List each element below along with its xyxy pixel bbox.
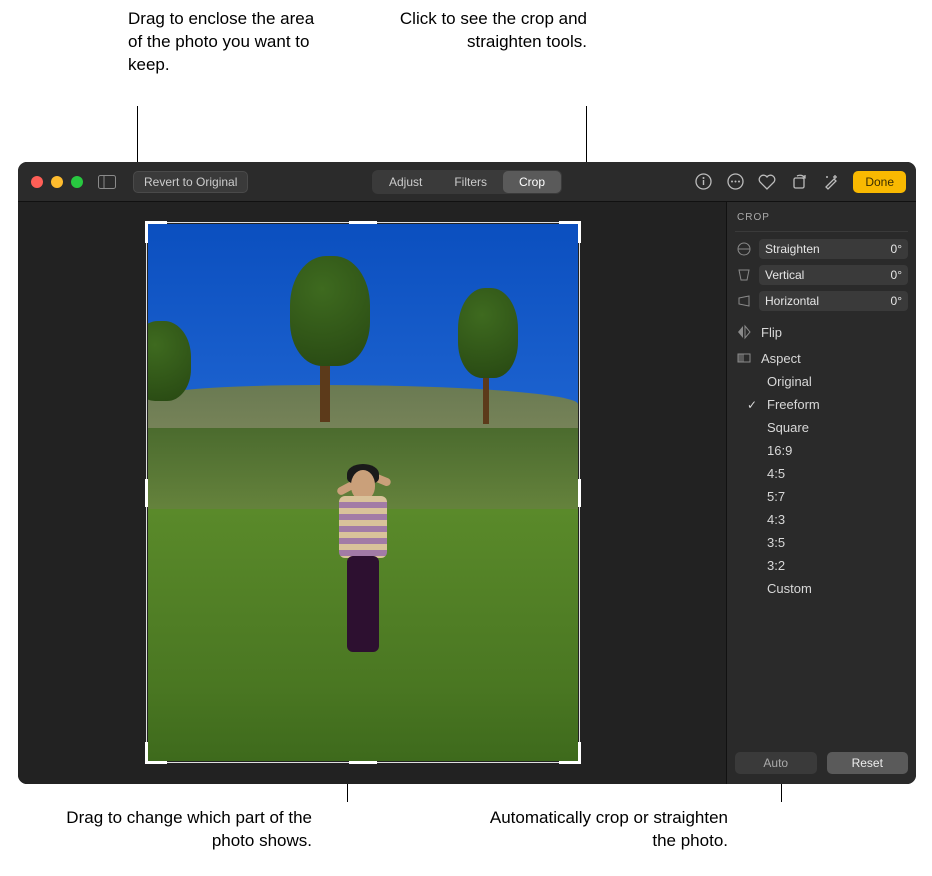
sidebar-toggle-icon[interactable] [95,172,119,192]
aspect-item-label: Square [767,420,809,435]
horizontal-perspective-icon [735,293,753,309]
param-label: Straighten [759,239,858,259]
aspect-icon [735,350,753,366]
param-value[interactable]: 0° [858,265,908,285]
callout-pan: Drag to change which part of the photo s… [32,807,312,853]
aspect-5-7[interactable]: 5:7 [743,485,908,508]
aspect-item-label: 3:2 [767,558,785,573]
aspect-square[interactable]: Square [743,416,908,439]
flip-button[interactable]: Flip [735,324,908,340]
callout-crop-tab: Click to see the crop and straighten too… [397,8,587,54]
reset-button[interactable]: Reset [827,752,909,774]
param-value[interactable]: 0° [858,239,908,259]
callout-auto: Automatically crop or straighten the pho… [468,807,728,853]
aspect-4-5[interactable]: 4:5 [743,462,908,485]
crop-handle-top-left[interactable] [145,221,167,243]
param-label: Horizontal [759,291,858,311]
flip-label: Flip [761,325,782,340]
crop-panel: CROP Straighten 0° Vertical 0° Horizo [726,202,916,784]
aspect-list: Original ✓ Freeform Square 16:9 4:5 5:7 4… [735,370,908,600]
vertical-perspective-icon [735,267,753,283]
aspect-item-label: 5:7 [767,489,785,504]
window-controls [18,176,83,188]
param-straighten[interactable]: Straighten 0° [735,239,908,259]
photos-edit-window: Revert to Original Adjust Filters Crop D… [18,162,916,784]
aspect-item-label: Original [767,374,812,389]
toolbar-right: Done [693,171,906,193]
edit-mode-tabs: Adjust Filters Crop [372,170,562,194]
close-window-button[interactable] [31,176,43,188]
crop-handle-top[interactable] [349,221,377,224]
editor-content: CROP Straighten 0° Vertical 0° Horizo [18,202,916,784]
crop-handle-left[interactable] [145,479,148,507]
done-button[interactable]: Done [853,171,906,193]
aspect-16-9[interactable]: 16:9 [743,439,908,462]
crop-handle-top-right[interactable] [559,221,581,243]
aspect-label: Aspect [761,351,801,366]
info-icon[interactable] [693,172,713,192]
aspect-item-label: 4:5 [767,466,785,481]
callout-crop-frame: Drag to enclose the area of the photo yo… [128,8,318,77]
flip-icon [735,324,753,340]
aspect-item-label: Custom [767,581,812,596]
crop-handle-bottom[interactable] [349,761,377,764]
minimize-window-button[interactable] [51,176,63,188]
crop-frame[interactable] [148,224,578,761]
more-icon[interactable] [725,172,745,192]
tab-crop[interactable]: Crop [503,171,561,193]
canvas-area[interactable] [18,202,726,784]
aspect-custom[interactable]: Custom [743,577,908,600]
aspect-section[interactable]: Aspect [735,350,908,366]
crop-handle-bottom-right[interactable] [559,742,581,764]
tab-adjust[interactable]: Adjust [373,171,438,193]
toolbar: Revert to Original Adjust Filters Crop D… [18,162,916,202]
panel-footer: Auto Reset [735,752,908,774]
aspect-item-label: 3:5 [767,535,785,550]
param-label: Vertical [759,265,858,285]
param-horizontal[interactable]: Horizontal 0° [735,291,908,311]
rotate-icon[interactable] [789,172,809,192]
crop-handle-right[interactable] [578,479,581,507]
photo-preview[interactable] [148,224,578,761]
callout-line [586,106,587,168]
aspect-freeform[interactable]: ✓ Freeform [743,393,908,416]
photo-subject [329,460,399,690]
aspect-item-label: 16:9 [767,443,792,458]
param-value[interactable]: 0° [858,291,908,311]
aspect-item-label: Freeform [767,397,820,412]
panel-title: CROP [735,208,908,232]
favorite-icon[interactable] [757,172,777,192]
auto-button[interactable]: Auto [735,752,817,774]
check-icon: ✓ [745,398,759,412]
fullscreen-window-button[interactable] [71,176,83,188]
straighten-icon [735,241,753,257]
aspect-3-5[interactable]: 3:5 [743,531,908,554]
aspect-original[interactable]: Original [743,370,908,393]
tab-filters[interactable]: Filters [438,171,503,193]
aspect-3-2[interactable]: 3:2 [743,554,908,577]
auto-enhance-icon[interactable] [821,172,841,192]
param-vertical[interactable]: Vertical 0° [735,265,908,285]
aspect-4-3[interactable]: 4:3 [743,508,908,531]
crop-handle-bottom-left[interactable] [145,742,167,764]
revert-to-original-button[interactable]: Revert to Original [133,171,248,193]
aspect-item-label: 4:3 [767,512,785,527]
